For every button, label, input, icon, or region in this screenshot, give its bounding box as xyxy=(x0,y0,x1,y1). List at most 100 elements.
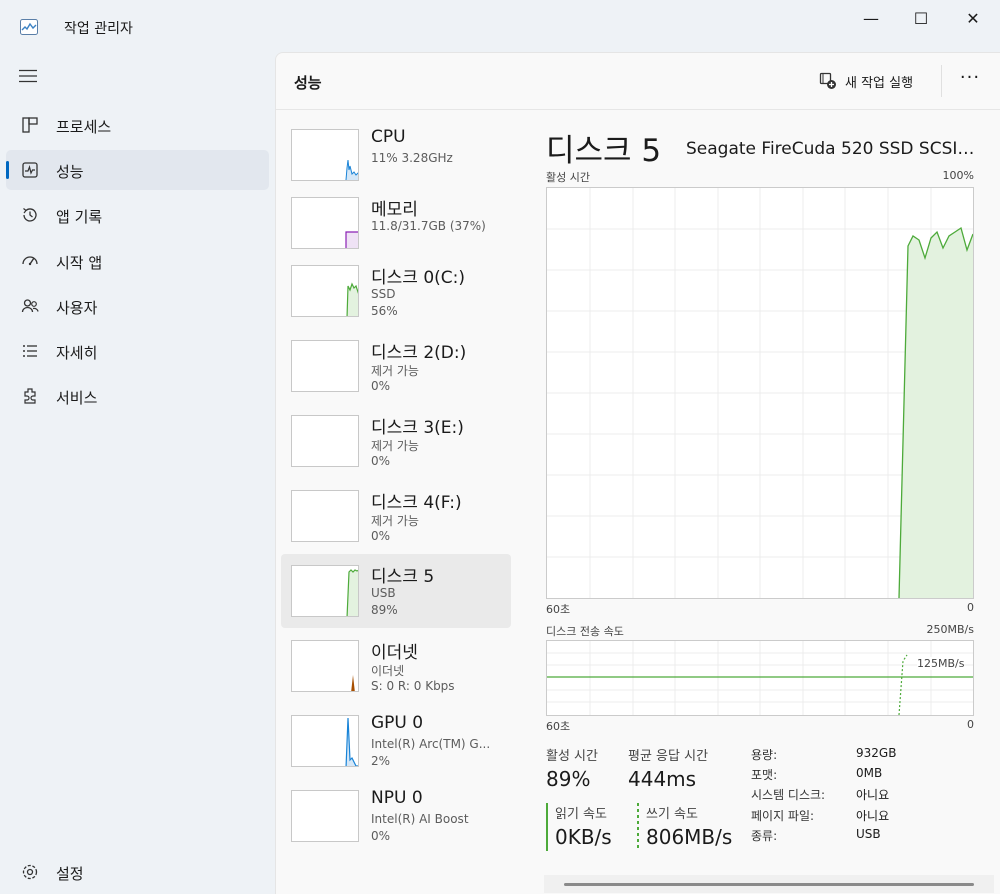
device-thumbnail xyxy=(291,129,359,181)
sidebar-item-details[interactable]: 자세히 xyxy=(6,331,269,371)
device-thumbnail xyxy=(291,415,359,467)
performance-icon xyxy=(22,162,38,178)
toolbar-divider xyxy=(941,65,942,97)
active-indicator xyxy=(6,161,9,179)
new-task-button[interactable]: 새 작업 실행 xyxy=(819,70,913,92)
graph2-min: 0 xyxy=(967,718,974,731)
device-item-disk-5[interactable]: 디스크 5 USB 89% xyxy=(281,554,511,628)
device-usage: 0% xyxy=(371,829,391,843)
device-usage: 0% xyxy=(371,529,391,543)
device-item-disk-0[interactable]: 디스크 0(C:) SSD 56% xyxy=(281,257,511,331)
sidebar-item-label: 설정 xyxy=(56,865,84,883)
device-detail: 제거 가능 xyxy=(371,364,419,378)
page-title: 성능 xyxy=(294,74,322,92)
capacity-value: 932GB xyxy=(856,746,897,760)
maximize-icon: ☐ xyxy=(913,8,929,28)
device-name: 디스크 3(E:) xyxy=(371,418,464,438)
minimize-icon: — xyxy=(863,8,879,28)
formatted-value: 0MB xyxy=(856,766,883,780)
device-name: 디스크 5 xyxy=(371,567,435,587)
device-item-npu-0[interactable]: NPU 0 Intel(R) AI Boost 0% xyxy=(281,782,511,856)
details-icon xyxy=(23,345,37,357)
users-icon xyxy=(21,299,39,313)
write-speed-value: 806MB/s xyxy=(646,825,733,849)
type-value: USB xyxy=(856,827,881,841)
sidebar-item-label: 프로세스 xyxy=(56,118,112,136)
maximize-button[interactable]: ☐ xyxy=(898,4,944,32)
main-panel: 성능 새 작업 실행 ··· CPU 11% 3.28GHz 메모리 11.8/… xyxy=(275,52,1000,894)
active-time-label: 활성 시간 xyxy=(546,749,598,764)
app-history-icon xyxy=(23,208,37,222)
device-name: 디스크 2(D:) xyxy=(371,343,467,363)
processes-icon xyxy=(22,117,38,133)
graph1-max: 100% xyxy=(942,169,974,182)
device-usage: S: 0 R: 0 Kbps xyxy=(371,679,455,693)
device-name: 디스크 4(F:) xyxy=(371,493,462,513)
device-name: 이더넷 xyxy=(371,643,418,663)
device-item-disk-3[interactable]: 디스크 3(E:) 제거 가능 0% xyxy=(281,407,511,481)
task-manager-icon xyxy=(20,19,38,35)
sidebar-item-performance[interactable]: 성능 xyxy=(6,150,269,190)
type-key: 종류: xyxy=(751,829,778,843)
device-name: CPU xyxy=(371,127,406,147)
device-detail: SSD xyxy=(371,287,396,301)
device-item-gpu-0[interactable]: GPU 0 Intel(R) Arc(TM) G... 2% xyxy=(281,707,511,781)
new-task-label: 새 작업 실행 xyxy=(845,75,914,91)
system-disk-value: 아니요 xyxy=(856,788,890,802)
device-name: NPU 0 xyxy=(371,788,423,808)
device-item-memory[interactable]: 메모리 11.8/31.7GB (37%) xyxy=(281,189,511,263)
graph2-label: 디스크 전송 속도 xyxy=(546,625,624,638)
graph1-time: 60초 xyxy=(546,603,571,616)
device-item-disk-4[interactable]: 디스크 4(F:) 제거 가능 0% xyxy=(281,482,511,556)
hamburger-menu-icon[interactable] xyxy=(18,69,38,83)
sidebar-item-label: 시작 앱 xyxy=(56,254,103,272)
header-divider xyxy=(276,109,1000,110)
device-item-cpu[interactable]: CPU 11% 3.28GHz xyxy=(281,121,511,195)
device-detail: 제거 가능 xyxy=(371,439,419,453)
device-thumbnail xyxy=(291,490,359,542)
startup-apps-icon xyxy=(22,256,38,266)
transfer-rate-graph: 125MB/s xyxy=(546,640,974,716)
graph2-time: 60초 xyxy=(546,720,571,733)
active-time-graph xyxy=(546,187,974,599)
gear-icon xyxy=(22,864,38,880)
device-thumbnail xyxy=(291,715,359,767)
sidebar-item-label: 앱 기록 xyxy=(56,208,103,226)
device-usage: 0% xyxy=(371,454,391,468)
capacity-key: 용량: xyxy=(751,748,778,762)
close-icon: ✕ xyxy=(966,8,980,28)
read-indicator xyxy=(546,803,548,851)
device-thumbnail xyxy=(291,265,359,317)
sidebar-item-label: 서비스 xyxy=(56,389,98,407)
sidebar-item-label: 사용자 xyxy=(56,299,98,317)
device-item-ethernet[interactable]: 이더넷 이더넷 S: 0 R: 0 Kbps xyxy=(281,632,511,706)
formatted-key: 포맷: xyxy=(751,768,778,782)
sidebar-item-services[interactable]: 서비스 xyxy=(6,376,269,416)
detail-title: 디스크 5 xyxy=(546,133,662,169)
device-usage: 2% xyxy=(371,754,391,768)
minimize-button[interactable]: — xyxy=(848,4,894,32)
device-detail: 11.8/31.7GB (37%) xyxy=(371,219,486,233)
active-time-value: 89% xyxy=(546,767,591,791)
new-task-icon xyxy=(819,72,836,89)
scrollbar-thumb[interactable] xyxy=(564,883,974,886)
device-name: GPU 0 xyxy=(371,713,424,733)
read-speed-value: 0KB/s xyxy=(555,825,612,849)
title-bar: 작업 관리자 — ☐ ✕ xyxy=(0,0,1000,52)
graph2-max: 250MB/s xyxy=(926,623,974,636)
more-options-button[interactable]: ··· xyxy=(959,67,981,91)
services-icon xyxy=(24,388,36,404)
sidebar-item-processes[interactable]: 프로세스 xyxy=(6,105,269,145)
horizontal-scrollbar[interactable] xyxy=(544,875,994,893)
sidebar-item-startup-apps[interactable]: 시작 앱 xyxy=(6,241,269,281)
close-button[interactable]: ✕ xyxy=(950,4,996,32)
device-item-disk-2[interactable]: 디스크 2(D:) 제거 가능 0% xyxy=(281,332,511,406)
device-detail: 제거 가능 xyxy=(371,514,419,528)
device-detail: 이더넷 xyxy=(371,664,405,678)
sidebar-item-app-history[interactable]: 앱 기록 xyxy=(6,195,269,235)
sidebar-item-settings[interactable]: 설정 xyxy=(6,852,269,892)
device-name: 디스크 0(C:) xyxy=(371,268,466,288)
sidebar-item-users[interactable]: 사용자 xyxy=(6,286,269,326)
page-file-key: 페이지 파일: xyxy=(751,809,815,823)
graph1-label: 활성 시간 xyxy=(546,171,590,184)
